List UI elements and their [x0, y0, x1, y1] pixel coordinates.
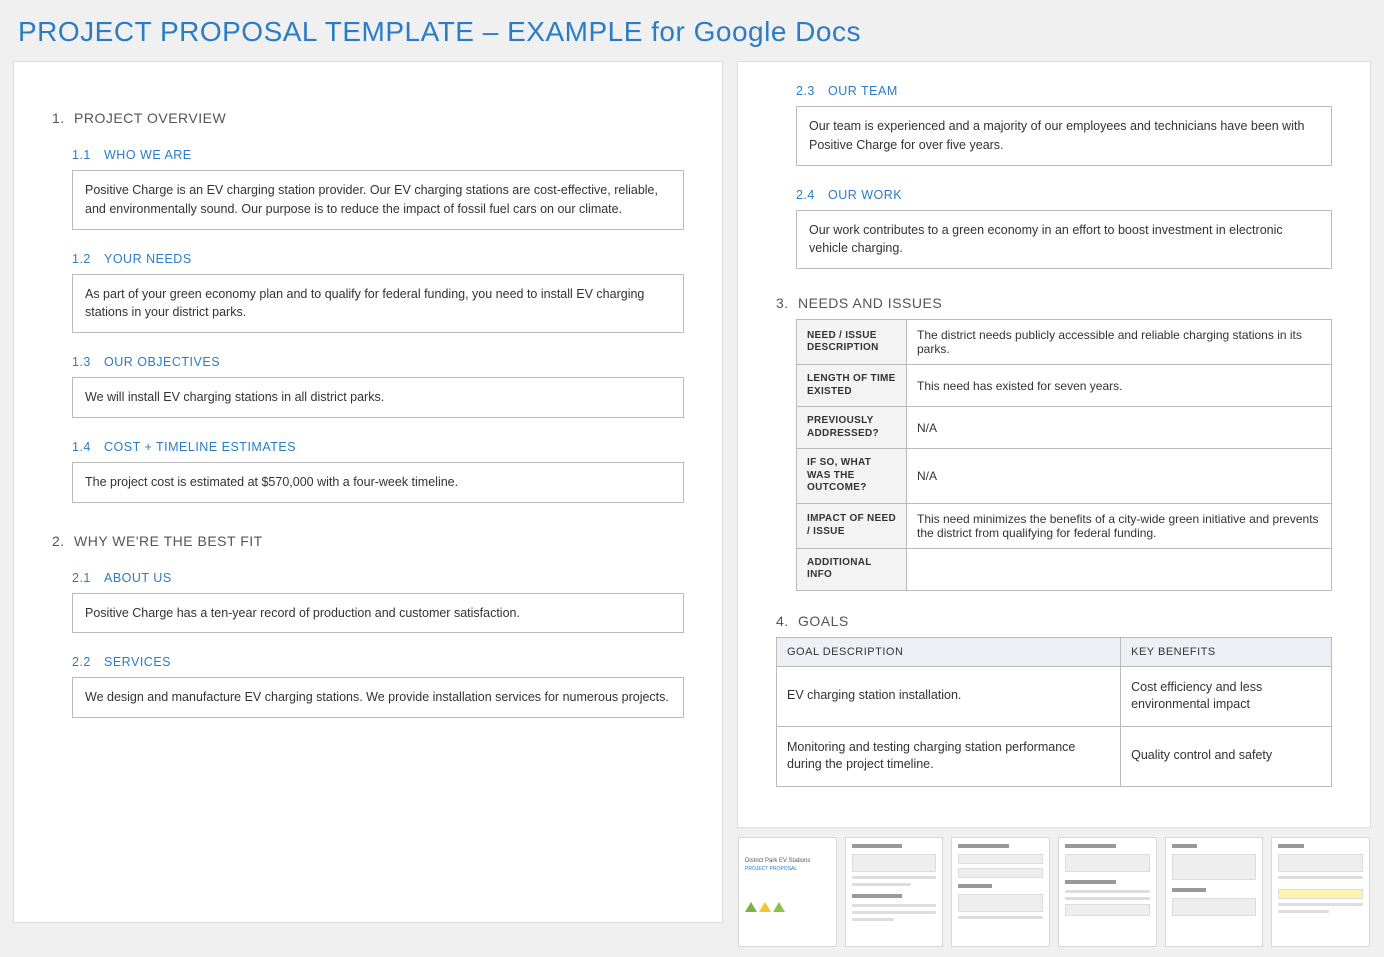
subsection-1-4-heading: 1.4COST + TIMELINE ESTIMATES: [72, 440, 684, 454]
our-objectives-body: We will install EV charging stations in …: [72, 377, 684, 418]
document-page-1: 1.PROJECT OVERVIEW 1.1WHO WE ARE Positiv…: [14, 62, 722, 922]
thumbnail-1[interactable]: District Park EV Stations PROJECT PROPOS…: [738, 837, 837, 947]
page-thumbnails: District Park EV Stations PROJECT PROPOS…: [738, 837, 1370, 947]
your-needs-body: As part of your green economy plan and t…: [72, 274, 684, 334]
table-row: IMPACT OF NEED / ISSUEThis need minimize…: [797, 503, 1332, 548]
subsection-1-1-heading: 1.1WHO WE ARE: [72, 148, 684, 162]
thumbnail-2[interactable]: [845, 837, 944, 947]
table-row: IF SO, WHAT WAS THE OUTCOME?N/A: [797, 449, 1332, 504]
section-1-heading: 1.PROJECT OVERVIEW: [52, 110, 684, 126]
subsection-2-4-heading: 2.4OUR WORK: [796, 188, 1332, 202]
section-2-heading: 2.WHY WE'RE THE BEST FIT: [52, 533, 684, 549]
services-body: We design and manufacture EV charging st…: [72, 677, 684, 718]
section-4-heading: 4.GOALS: [776, 613, 1332, 629]
subsection-2-1-heading: 2.1ABOUT US: [72, 571, 684, 585]
our-team-body: Our team is experienced and a majority o…: [796, 106, 1332, 166]
page-title: PROJECT PROPOSAL TEMPLATE – EXAMPLE for …: [18, 16, 1370, 48]
goals-header-desc: GOAL DESCRIPTION: [777, 637, 1121, 666]
goals-table: GOAL DESCRIPTION KEY BENEFITS EV chargin…: [776, 637, 1332, 787]
subsection-2-2-heading: 2.2SERVICES: [72, 655, 684, 669]
about-us-body: Positive Charge has a ten-year record of…: [72, 593, 684, 634]
subsection-2-3-heading: 2.3OUR TEAM: [796, 84, 1332, 98]
our-work-body: Our work contributes to a green economy …: [796, 210, 1332, 270]
who-we-are-body: Positive Charge is an EV charging statio…: [72, 170, 684, 230]
thumbnail-5[interactable]: [1165, 837, 1264, 947]
subsection-1-2-heading: 1.2YOUR NEEDS: [72, 252, 684, 266]
table-row: ADDITIONAL INFO: [797, 548, 1332, 590]
table-row: EV charging station installation. Cost e…: [777, 666, 1332, 726]
thumbnail-3[interactable]: [951, 837, 1050, 947]
table-row: PREVIOUSLY ADDRESSED?N/A: [797, 407, 1332, 449]
subsection-1-3-heading: 1.3OUR OBJECTIVES: [72, 355, 684, 369]
goals-header-benefits: KEY BENEFITS: [1121, 637, 1332, 666]
thumbnail-4[interactable]: [1058, 837, 1157, 947]
table-row: LENGTH OF TIME EXISTEDThis need has exis…: [797, 365, 1332, 407]
table-row: NEED / ISSUE DESCRIPTIONThe district nee…: [797, 320, 1332, 365]
document-page-2: 2.3OUR TEAM Our team is experienced and …: [738, 62, 1370, 827]
table-row: Monitoring and testing charging station …: [777, 726, 1332, 786]
needs-table: NEED / ISSUE DESCRIPTIONThe district nee…: [796, 319, 1332, 591]
cost-timeline-body: The project cost is estimated at $570,00…: [72, 462, 684, 503]
section-3-heading: 3.NEEDS AND ISSUES: [776, 295, 1332, 311]
thumbnail-6[interactable]: [1271, 837, 1370, 947]
